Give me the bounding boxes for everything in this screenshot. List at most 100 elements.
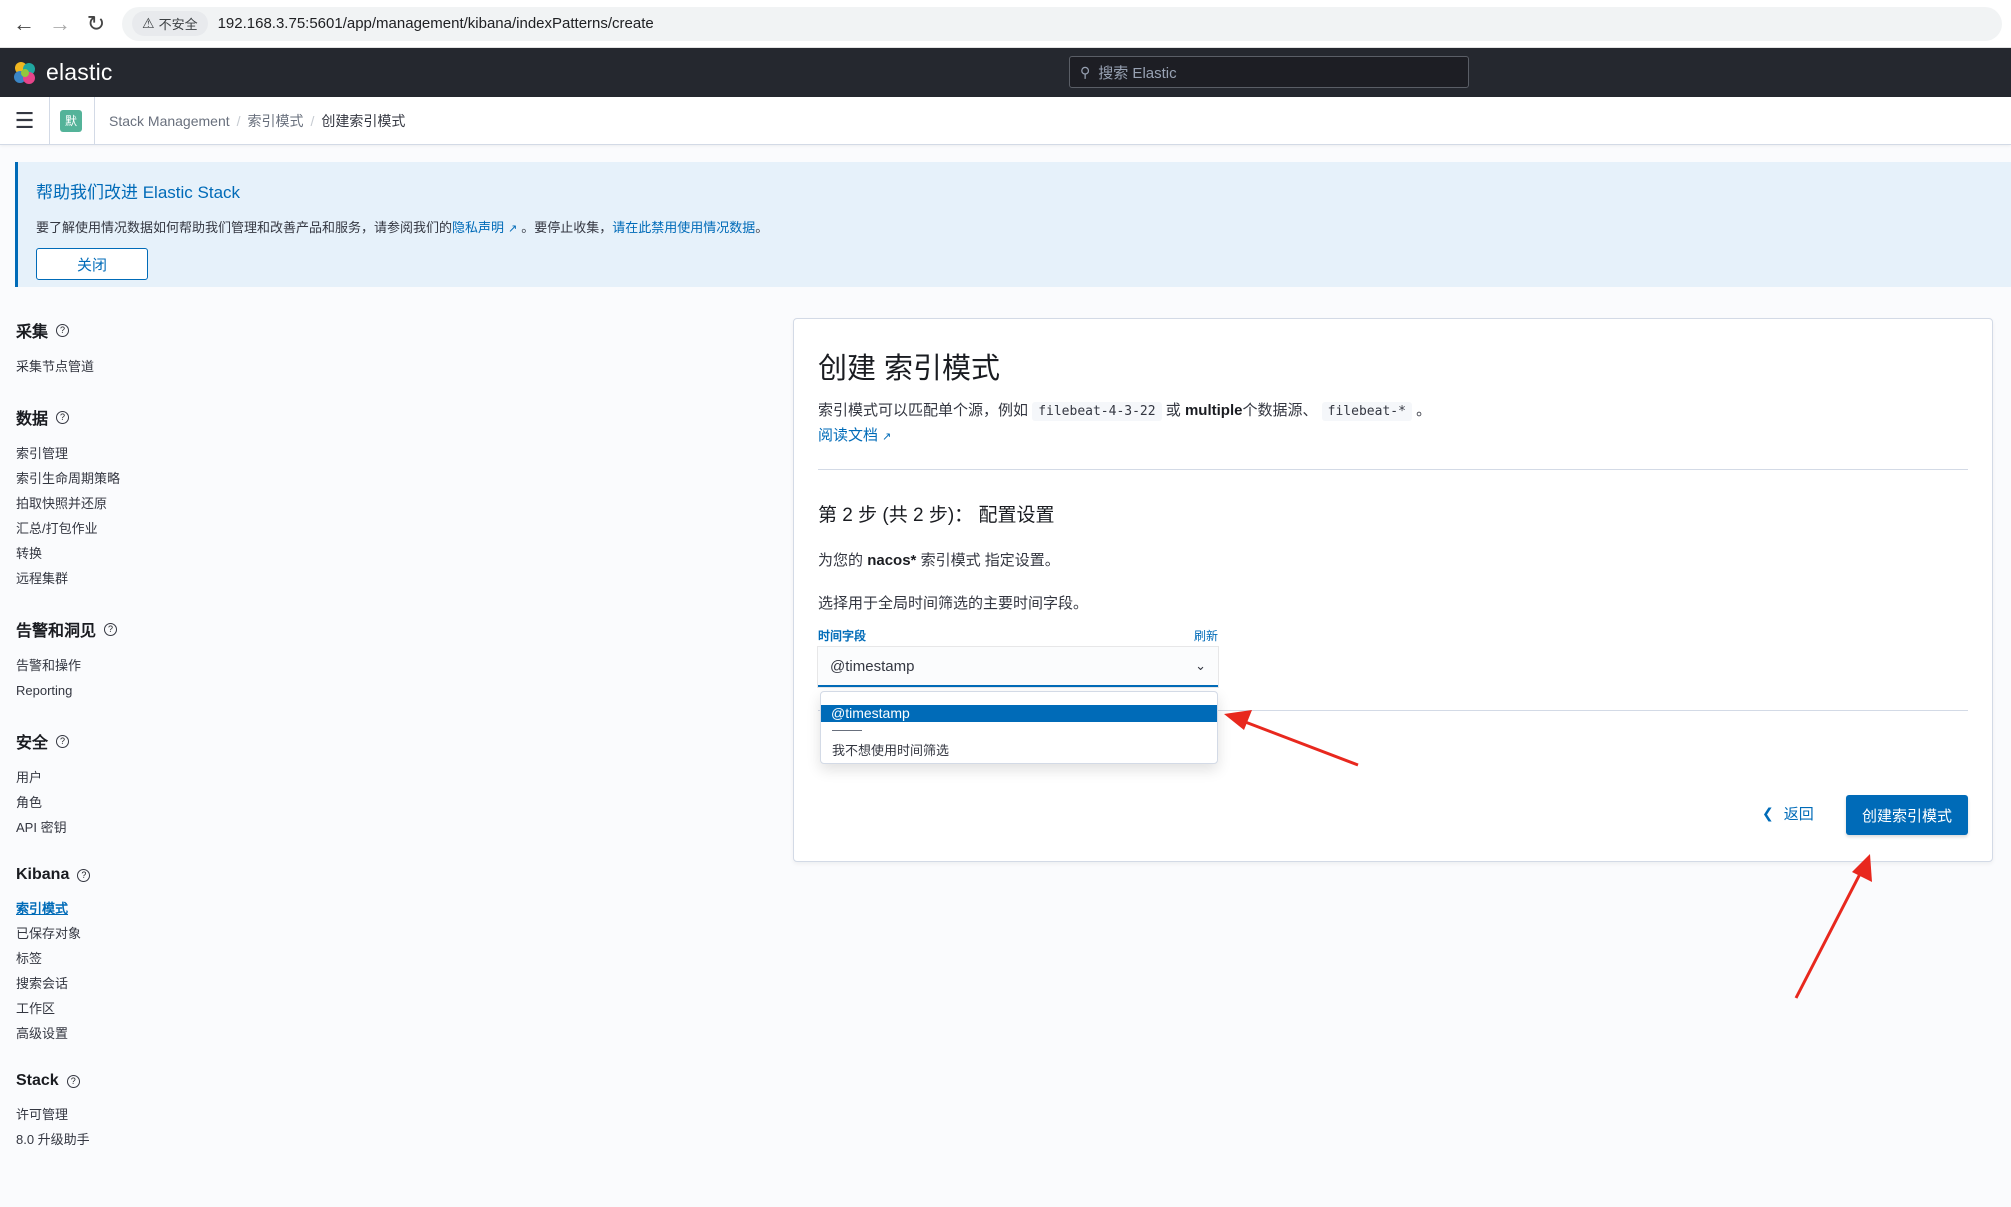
sidebar-item-tags[interactable]: 标签 bbox=[16, 946, 316, 971]
sidebar-group-title: 安全? bbox=[16, 729, 316, 753]
option-no-time-filter[interactable]: 我不想使用时间筛选 bbox=[821, 740, 1217, 759]
arrow-to-create-button bbox=[1794, 854, 1872, 999]
management-sidebar: 采集? 采集节点管道 数据? 索引管理 索引生命周期策略 拍取快照并还原 汇总/… bbox=[16, 318, 316, 1178]
sidebar-item-snapshot-restore[interactable]: 拍取快照并还原 bbox=[16, 491, 316, 516]
sidebar-group-title-text: 安全 bbox=[16, 735, 49, 752]
breadcrumb-index-patterns[interactable]: 索引模式 bbox=[248, 111, 304, 131]
breadcrumb-separator: / bbox=[236, 112, 241, 129]
sidebar-group-title-text: 告警和洞见 bbox=[16, 623, 97, 640]
chevron-down-icon: ⌄ bbox=[1195, 658, 1206, 673]
address-bar[interactable]: ⚠ 不安全 192.168.3.75:5601/app/management/k… bbox=[122, 6, 2002, 41]
close-callout-button[interactable]: 关闭 bbox=[36, 248, 148, 280]
back-button[interactable]: ❮ 返回 bbox=[1762, 803, 1814, 824]
option-timestamp[interactable]: @timestamp bbox=[821, 705, 1217, 722]
sidebar-item-roles[interactable]: 角色 bbox=[16, 790, 316, 815]
desc-text-4: 。 bbox=[1416, 402, 1432, 419]
security-label: 不安全 bbox=[158, 17, 198, 32]
breadcrumb: Stack Management / 索引模式 / 创建索引模式 bbox=[109, 111, 405, 131]
search-placeholder: 搜索 Elastic bbox=[1098, 64, 1177, 82]
step-title: 第 2 步 (共 2 步)： 配置设置 bbox=[818, 505, 1055, 526]
sidebar-item-index-management[interactable]: 索引管理 bbox=[16, 441, 316, 466]
breadcrumb-stack-management[interactable]: Stack Management bbox=[109, 113, 230, 129]
global-search-input[interactable]: ⚲ 搜索 Elastic bbox=[1069, 56, 1469, 88]
sidebar-item-transforms[interactable]: 转换 bbox=[16, 541, 316, 566]
elastic-logo[interactable]: elastic bbox=[12, 59, 113, 86]
read-docs-text: 阅读文档 bbox=[818, 427, 879, 444]
sidebar-item-search-sessions[interactable]: 搜索会话 bbox=[16, 971, 316, 996]
settings-text-1: 为您的 bbox=[818, 552, 864, 569]
settings-text-2: 索引模式 指定设置。 bbox=[920, 552, 1060, 569]
time-field-hint: 选择用于全局时间筛选的主要时间字段。 bbox=[818, 595, 1089, 612]
breadcrumb-bar: ☰ 默 Stack Management / 索引模式 / 创建索引模式 bbox=[0, 96, 2011, 145]
sidebar-group-title-text: 数据 bbox=[16, 411, 49, 428]
divider bbox=[94, 96, 95, 145]
help-icon[interactable]: ? bbox=[66, 1074, 80, 1088]
divider bbox=[818, 469, 1968, 470]
search-icon: ⚲ bbox=[1080, 63, 1091, 80]
sidebar-item-saved-objects[interactable]: 已保存对象 bbox=[16, 921, 316, 946]
sidebar-item-alerts-actions[interactable]: 告警和操作 bbox=[16, 653, 316, 678]
sidebar-item-api-keys[interactable]: API 密钥 bbox=[16, 815, 316, 840]
elastic-logo-icon bbox=[14, 61, 35, 84]
time-field-select[interactable]: @timestamp ⌄ bbox=[818, 647, 1218, 687]
chevron-left-icon: ❮ bbox=[1762, 805, 1774, 821]
sidebar-group-security: 安全? 用户 角色 API 密钥 bbox=[16, 729, 316, 840]
create-index-pattern-button[interactable]: 创建索引模式 bbox=[1846, 795, 1968, 835]
sidebar-item-upgrade-assistant[interactable]: 8.0 升级助手 bbox=[16, 1127, 316, 1152]
sidebar-item-index-patterns[interactable]: 索引模式 bbox=[16, 896, 316, 921]
help-icon[interactable]: ? bbox=[77, 868, 91, 882]
forward-arrow-icon[interactable]: → bbox=[42, 6, 78, 42]
settings-description: 为您的 nacos* 索引模式 指定设置。 bbox=[818, 549, 1968, 570]
privacy-link[interactable]: 隐私声明 bbox=[452, 220, 504, 235]
help-icon[interactable]: ? bbox=[56, 734, 70, 748]
security-chip[interactable]: ⚠ 不安全 bbox=[132, 11, 208, 36]
sidebar-item-remote-clusters[interactable]: 远程集群 bbox=[16, 566, 316, 591]
reload-icon[interactable]: ↻ bbox=[78, 6, 114, 42]
time-field-label: 时间字段 bbox=[818, 629, 867, 643]
sidebar-item-license-management[interactable]: 许可管理 bbox=[16, 1102, 316, 1127]
sidebar-item-ilm-policies[interactable]: 索引生命周期策略 bbox=[16, 466, 316, 491]
sidebar-group-data: 数据? 索引管理 索引生命周期策略 拍取快照并还原 汇总/打包作业 转换 远程集… bbox=[16, 405, 316, 591]
sidebar-group-title: Kibana? bbox=[16, 866, 316, 884]
sidebar-group-title-text: 采集 bbox=[16, 324, 49, 341]
sidebar-item-users[interactable]: 用户 bbox=[16, 765, 316, 790]
hamburger-menu-icon[interactable]: ☰ bbox=[0, 96, 50, 145]
code-example-1: filebeat-4-3-22 bbox=[1032, 402, 1162, 421]
refresh-link[interactable]: 刷新 bbox=[1194, 627, 1218, 644]
sidebar-group-title: 采集? bbox=[16, 318, 316, 342]
breadcrumb-separator: / bbox=[310, 112, 315, 129]
sidebar-group-title-text: Kibana bbox=[16, 866, 70, 883]
sidebar-group-title: 告警和洞见? bbox=[16, 617, 316, 641]
sidebar-item-ingest-pipelines[interactable]: 采集节点管道 bbox=[16, 354, 316, 379]
option-separator bbox=[832, 730, 862, 731]
sidebar-item-rollup-jobs[interactable]: 汇总/打包作业 bbox=[16, 516, 316, 541]
breadcrumb-current: 创建索引模式 bbox=[321, 112, 406, 129]
sidebar-item-spaces[interactable]: 工作区 bbox=[16, 996, 316, 1021]
read-docs-link[interactable]: 阅读文档 ↗ bbox=[818, 424, 891, 445]
help-icon[interactable]: ? bbox=[56, 323, 70, 337]
callout-title: 帮助我们改进 Elastic Stack bbox=[36, 183, 241, 202]
sidebar-group-title: Stack? bbox=[16, 1072, 316, 1090]
sidebar-group-alerts: 告警和洞见? 告警和操作 Reporting bbox=[16, 617, 316, 703]
url-text: 192.168.3.75:5601/app/management/kibana/… bbox=[217, 15, 654, 32]
back-label: 返回 bbox=[1783, 806, 1814, 823]
space-avatar[interactable]: 默 bbox=[60, 109, 82, 132]
desc-text-3: 个数据源、 bbox=[1242, 402, 1318, 419]
callout-text-end: 。 bbox=[755, 220, 769, 235]
page-title: 创建 索引模式 bbox=[818, 353, 1001, 385]
kibana-header: elastic ⚲ 搜索 Elastic bbox=[0, 48, 2011, 97]
telemetry-callout: 帮助我们改进 Elastic Stack 要了解使用情况数据如何帮助我们管理和改… bbox=[15, 162, 2011, 287]
code-example-2: filebeat-* bbox=[1321, 402, 1412, 421]
disable-usage-link[interactable]: 请在此禁用使用情况数据 bbox=[612, 220, 755, 235]
sidebar-group-stack: Stack? 许可管理 8.0 升级助手 bbox=[16, 1072, 316, 1152]
help-icon[interactable]: ? bbox=[104, 622, 118, 636]
sidebar-item-reporting[interactable]: Reporting bbox=[16, 678, 316, 703]
select-value: @timestamp bbox=[830, 657, 915, 675]
sidebar-group-ingest: 采集? 采集节点管道 bbox=[16, 318, 316, 379]
help-icon[interactable]: ? bbox=[56, 410, 70, 424]
sidebar-item-advanced-settings[interactable]: 高级设置 bbox=[16, 1021, 316, 1046]
browser-toolbar: ← → ↻ ⚠ 不安全 192.168.3.75:5601/app/manage… bbox=[0, 0, 2011, 48]
time-field-label-row: 时间字段 刷新 bbox=[818, 627, 1218, 644]
desc-text-2: 或 bbox=[1165, 402, 1181, 419]
back-arrow-icon[interactable]: ← bbox=[6, 6, 42, 42]
